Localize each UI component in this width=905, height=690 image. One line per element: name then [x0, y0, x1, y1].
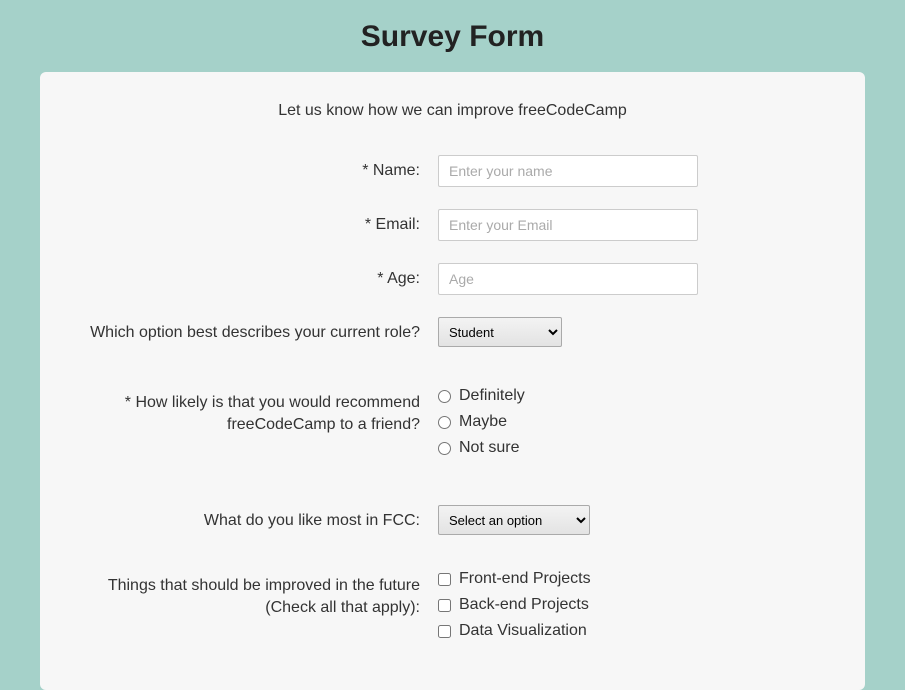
email-row: * Email:	[90, 209, 815, 241]
recommend-radio-notsure[interactable]	[438, 442, 451, 455]
like-row: What do you like most in FCC: Select an …	[90, 505, 815, 535]
improve-text-backend: Back-end Projects	[459, 596, 589, 614]
improve-text-dataviz: Data Visualization	[459, 622, 587, 640]
role-row: Which option best describes your current…	[90, 317, 815, 347]
email-label: * Email:	[90, 209, 438, 236]
recommend-radio-definitely[interactable]	[438, 390, 451, 403]
like-select[interactable]: Select an option	[438, 505, 590, 535]
age-input[interactable]	[438, 263, 698, 295]
improve-option-backend: Back-end Projects	[438, 596, 815, 614]
recommend-text-notsure: Not sure	[459, 439, 519, 457]
role-select[interactable]: Student	[438, 317, 562, 347]
name-row: * Name:	[90, 155, 815, 187]
age-label: * Age:	[90, 263, 438, 290]
email-input[interactable]	[438, 209, 698, 241]
recommend-radio-maybe[interactable]	[438, 416, 451, 429]
recommend-option-definitely: Definitely	[438, 387, 815, 405]
recommend-option-notsure: Not sure	[438, 439, 815, 457]
name-label: * Name:	[90, 155, 438, 182]
improve-label: Things that should be improved in the fu…	[90, 570, 438, 618]
recommend-option-maybe: Maybe	[438, 413, 815, 431]
like-label: What do you like most in FCC:	[90, 505, 438, 532]
improve-check-frontend[interactable]	[438, 573, 451, 586]
name-input[interactable]	[438, 155, 698, 187]
recommend-row: * How likely is that you would recommend…	[90, 387, 815, 465]
age-row: * Age:	[90, 263, 815, 295]
improve-text-frontend: Front-end Projects	[459, 570, 591, 588]
recommend-text-definitely: Definitely	[459, 387, 525, 405]
improve-option-dataviz: Data Visualization	[438, 622, 815, 640]
recommend-text-maybe: Maybe	[459, 413, 507, 431]
role-label: Which option best describes your current…	[90, 317, 438, 344]
survey-form-card: Let us know how we can improve freeCodeC…	[40, 72, 865, 690]
page-title: Survey Form	[0, 0, 905, 72]
form-subtitle: Let us know how we can improve freeCodeC…	[90, 102, 815, 120]
recommend-label: * How likely is that you would recommend…	[90, 387, 438, 435]
improve-check-dataviz[interactable]	[438, 625, 451, 638]
improve-check-backend[interactable]	[438, 599, 451, 612]
improve-option-frontend: Front-end Projects	[438, 570, 815, 588]
